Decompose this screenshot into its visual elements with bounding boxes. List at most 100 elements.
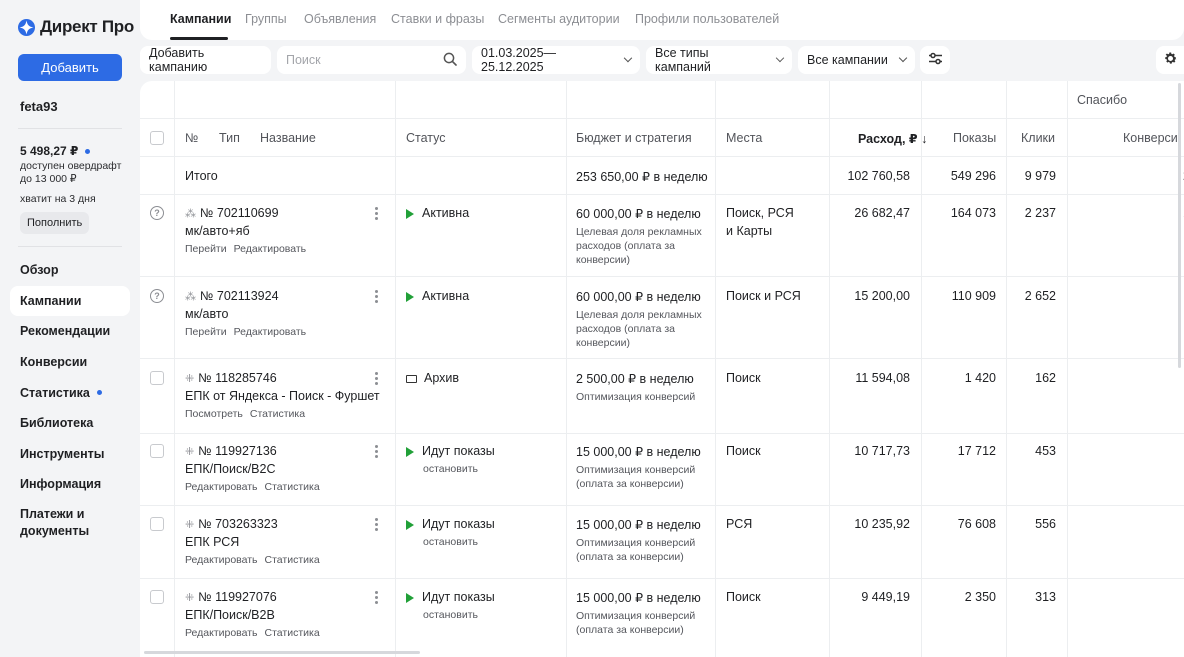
campaign-types-select[interactable]: Все типы кампаний [646,46,792,74]
sidebar-item-information[interactable]: Информация [10,469,130,500]
help-icon[interactable]: ? [150,206,164,220]
strategy-text: Оптимизация конверсий (оплата за конверс… [576,464,696,490]
sidebar-item-overview[interactable]: Обзор [10,255,130,286]
budget-value: 15 000,00 ₽ в неделю [576,445,701,459]
statistics-link[interactable]: Статистика [265,627,320,639]
column-header-type[interactable]: Тип [219,131,240,145]
horizontal-scrollbar[interactable] [144,651,420,654]
tab-groups[interactable]: Группы [245,12,287,26]
sidebar-item-label: Инструменты [20,446,105,461]
kebab-icon[interactable] [375,207,378,222]
account-balance[interactable]: 5 498,27 ₽ [20,144,91,158]
sidebar-item-statistics[interactable]: Статистика [10,377,130,408]
go-link[interactable]: Перейти [185,326,227,338]
row-checkbox[interactable] [150,371,164,385]
campaign-id-text: № 119927076 [198,590,277,604]
stop-link[interactable]: остановить [423,536,478,548]
row-actions: Редактировать Статистика [185,481,327,493]
campaign-id: ⁜ № 118285746 [185,371,277,385]
campaigns-filter-value: Все кампании [807,53,888,67]
campaign-id-text: № 119927136 [198,444,277,458]
budget-value: 2 500,00 ₽ в неделю [576,372,694,386]
places-value: Поиск и РСЯ [726,289,801,303]
balance-indicator-dot [85,148,91,154]
clicks-value: 2 237 [1024,206,1056,220]
view-link[interactable]: Посмотреть [185,408,243,420]
sidebar-item-payments[interactable]: Платежи и документы [10,503,130,543]
brand-logo[interactable]: Директ Про [18,17,134,37]
campaign-name[interactable]: мк/авто [185,307,228,321]
sidebar-item-campaigns[interactable]: Кампании [10,285,130,317]
account-login[interactable]: feta93 [20,99,58,114]
impressions-value: 76 608 [957,517,996,531]
vertical-scrollbar[interactable] [1178,83,1181,368]
kebab-icon[interactable] [375,591,378,606]
date-range-select[interactable]: 01.03.2025—25.12.2025 [472,46,640,74]
tab-campaigns[interactable]: Кампании [170,12,231,26]
campaign-type-icon: ⁜ [185,446,195,458]
refill-button[interactable]: Пополнить [20,212,90,234]
column-header-budget[interactable]: Бюджет и стратегия [576,131,692,145]
help-icon[interactable]: ? [150,289,164,303]
campaign-name[interactable]: мк/авто+яб [185,224,250,238]
tab-audience-segments[interactable]: Сегменты аудитории [498,12,620,26]
column-group-header: Спасибо [1077,93,1128,107]
campaign-name[interactable]: ЕПК РСЯ [185,535,239,549]
strategy-text: Целевая доля рекламных расходов (оплата … [576,226,702,266]
gear-button[interactable] [1156,46,1184,74]
kebab-icon[interactable] [375,445,378,460]
campaign-name[interactable]: ЕПК от Яндекса - Поиск - Фуршет [185,389,380,403]
edit-link[interactable]: Редактировать [185,627,258,639]
sidebar-item-tools[interactable]: Инструменты [10,439,130,470]
select-all-checkbox[interactable] [150,131,164,145]
edit-link[interactable]: Редактировать [234,243,307,255]
statistics-link[interactable]: Статистика [250,408,305,420]
column-header-impressions[interactable]: Показы [953,131,996,145]
spend-value: 11 594,08 [855,371,910,385]
clicks-value: 2 652 [1024,289,1056,303]
column-header-status[interactable]: Статус [406,131,446,145]
stop-link[interactable]: остановить [423,463,478,475]
column-header-name[interactable]: Название [260,131,316,145]
edit-link[interactable]: Редактировать [185,481,258,493]
campaigns-filter-select[interactable]: Все кампании [798,46,915,74]
sidebar-item-library[interactable]: Библиотека [10,408,130,439]
strategy-text: Оптимизация конверсий (оплата за конверс… [576,537,696,563]
add-button[interactable]: Добавить [18,54,122,81]
column-header-spend[interactable]: Расход, ₽ ↓ [858,131,927,146]
strategy-text: Оптимизация конверсий [576,391,696,403]
go-link[interactable]: Перейти [185,243,227,255]
column-header-conversions[interactable]: Конверси [1123,131,1178,145]
campaign-id: ⁜ № 119927076 [185,590,277,604]
sidebar-item-recommendations[interactable]: Рекомендации [10,316,130,347]
row-checkbox[interactable] [150,517,164,531]
chevron-down-icon [775,53,785,63]
column-header-num[interactable]: № [185,131,198,145]
edit-link[interactable]: Редактировать [185,554,258,566]
kebab-icon[interactable] [375,290,378,305]
campaign-name[interactable]: ЕПК/Поиск/B2C [185,462,276,476]
column-header-clicks[interactable]: Клики [1021,131,1055,145]
kebab-icon[interactable] [375,372,378,387]
statistics-link[interactable]: Статистика [265,481,320,493]
filter-settings-button[interactable] [920,46,950,74]
sidebar-item-conversions[interactable]: Конверсии [10,347,130,378]
search-input[interactable]: Поиск [277,46,466,74]
row-checkbox[interactable] [150,590,164,604]
row-checkbox[interactable] [150,444,164,458]
edit-link[interactable]: Редактировать [234,326,307,338]
sidebar-item-label: Платежи и [20,506,85,521]
search-icon[interactable] [443,52,457,69]
sidebar-item-label: Конверсии [20,355,88,370]
campaign-name[interactable]: ЕПК/Поиск/B2B [185,608,275,622]
tab-ads[interactable]: Объявления [304,12,376,26]
sidebar-item-label: Обзор [20,263,59,278]
column-header-places[interactable]: Места [726,131,762,145]
statistics-link[interactable]: Статистика [265,554,320,566]
stop-link[interactable]: остановить [423,609,478,621]
tab-user-profiles[interactable]: Профили пользователей [635,12,779,26]
play-icon [406,592,414,603]
tab-bids-phrases[interactable]: Ставки и фразы [391,12,484,26]
kebab-icon[interactable] [375,518,378,533]
add-campaign-button[interactable]: Добавить кампанию [140,46,271,74]
